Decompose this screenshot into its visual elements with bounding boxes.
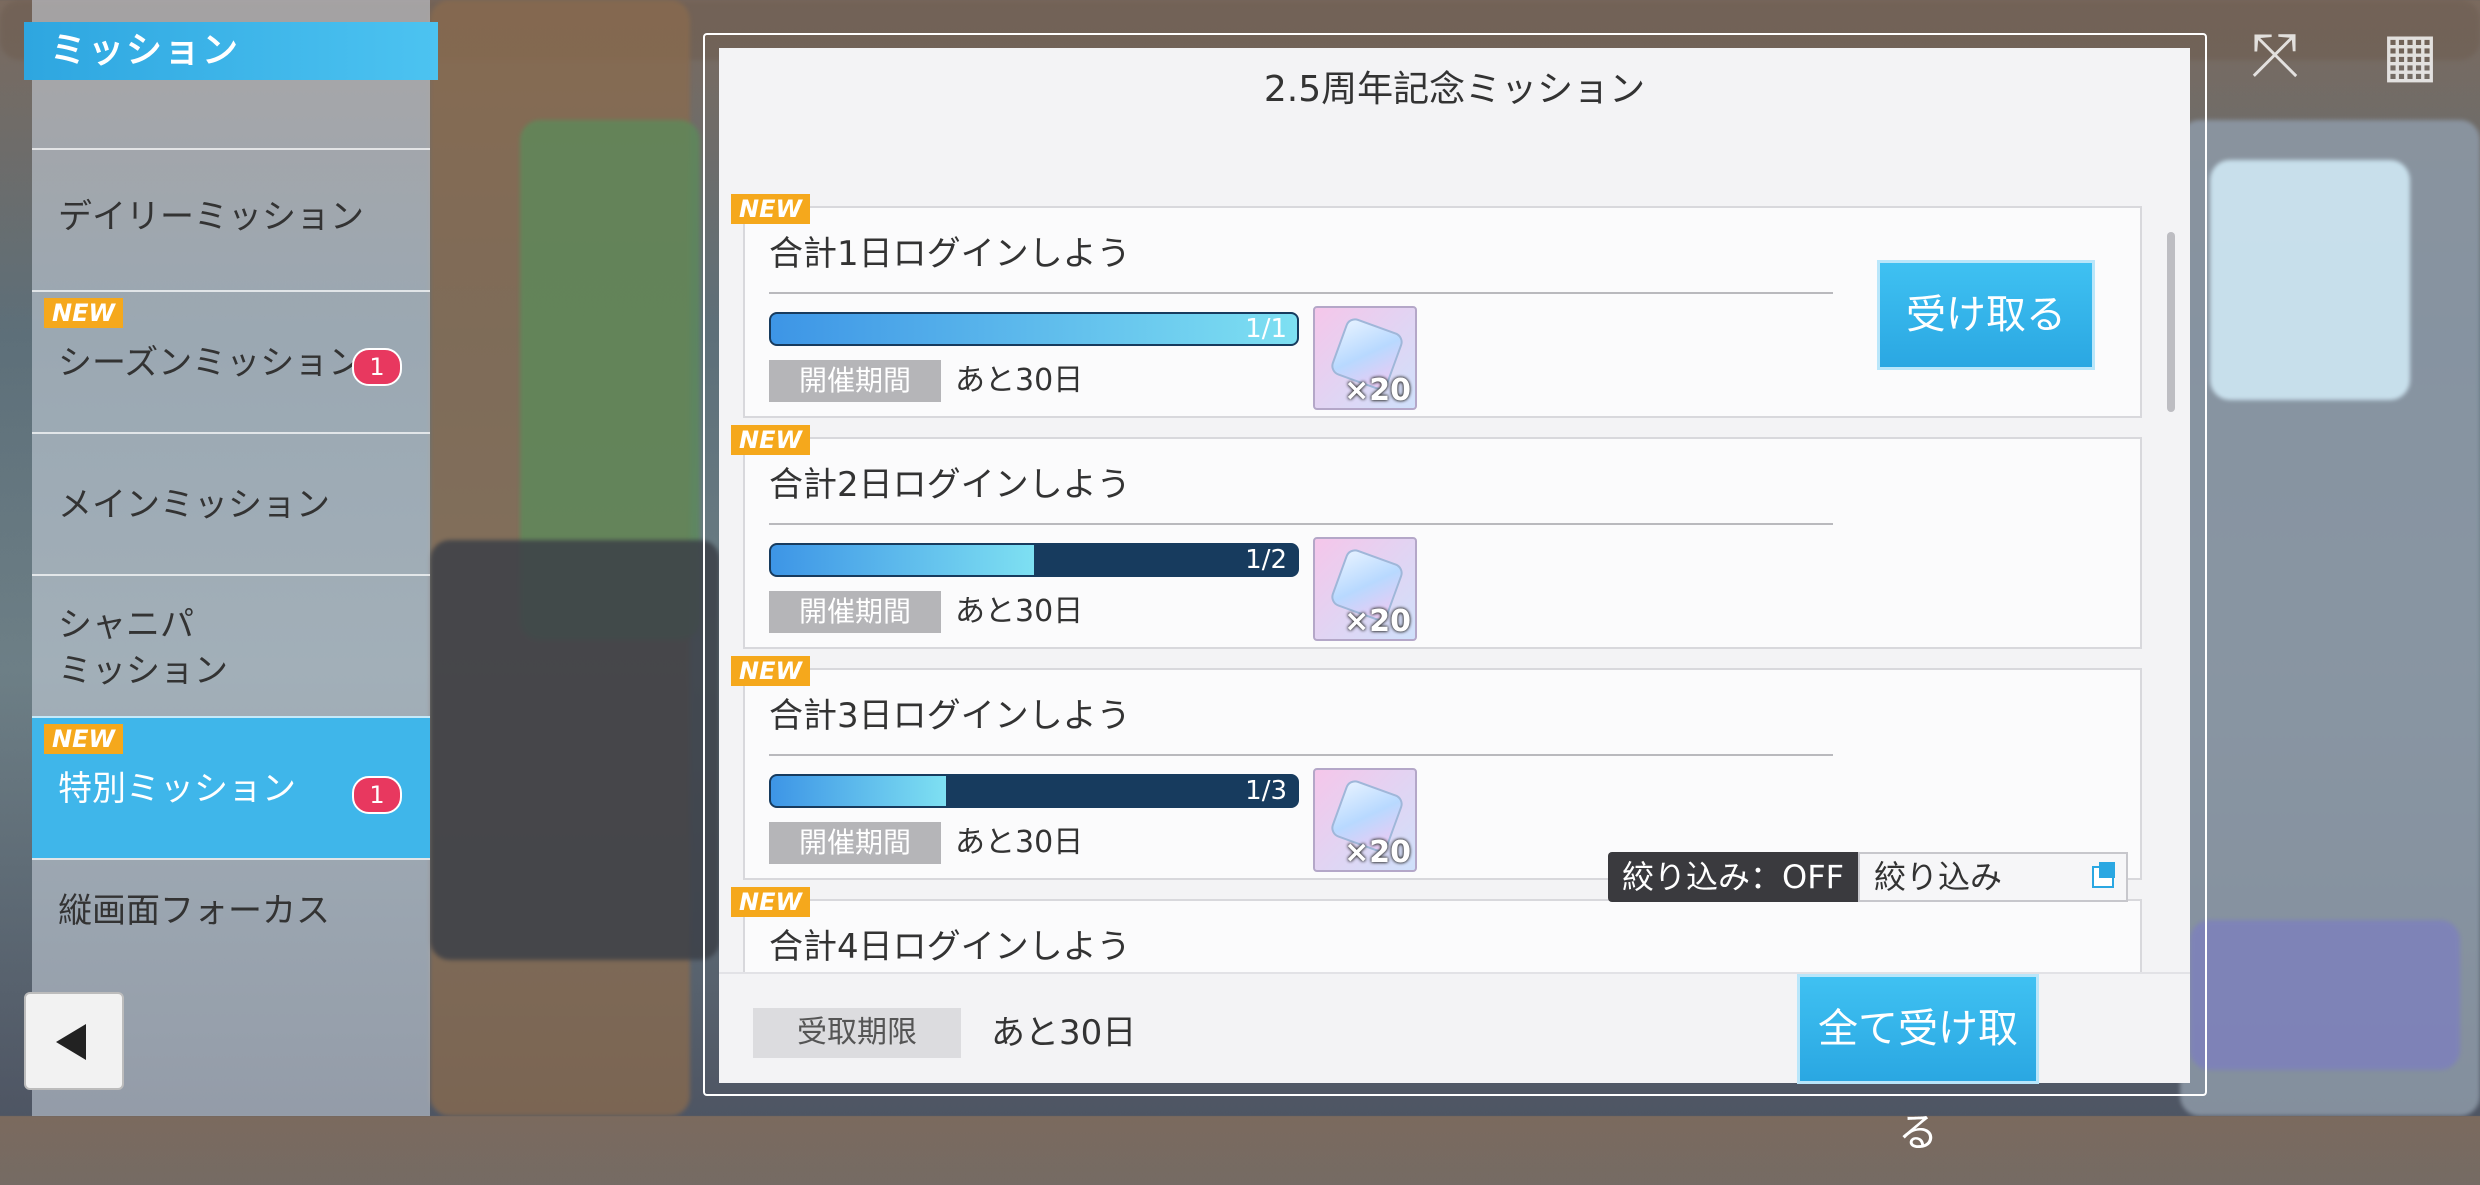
reward-item[interactable]: ×20 xyxy=(1313,537,1417,641)
progress-bar: 1/2 xyxy=(769,543,1299,577)
filter-window-icon xyxy=(2092,862,2116,888)
scrollbar[interactable] xyxy=(2167,232,2175,412)
mission-card: NEW 合計3日ログインしよう 1/3 開催期間 あと30日 ×20 xyxy=(731,656,2142,880)
progress-text: 1/3 xyxy=(1245,776,1287,806)
new-tag: NEW xyxy=(44,298,123,328)
sidebar-title: ミッション xyxy=(24,22,438,80)
sidebar-item-special[interactable]: NEW 特別ミッション 1 xyxy=(32,716,430,858)
sidebar-item-label: デイリーミッション xyxy=(58,197,364,237)
period-value: あと30日 xyxy=(955,825,1084,860)
progress-fill xyxy=(771,545,1034,575)
back-arrow-icon xyxy=(56,1024,86,1060)
mission-title: 合計2日ログインしよう xyxy=(769,465,1131,505)
filter-control: 絞り込み：OFF 絞り込み xyxy=(1608,852,2129,902)
panel-title: 2.5周年記念ミッション xyxy=(1263,69,1646,110)
progress-bar: 1/3 xyxy=(769,774,1299,808)
sidebar-item-main[interactable]: メインミッション xyxy=(32,432,430,574)
receive-button[interactable]: 受け取る xyxy=(1877,260,2095,370)
sidebar-item-label: メインミッション xyxy=(58,485,330,525)
filter-button-label: 絞り込み xyxy=(1874,858,2003,896)
new-tag: NEW xyxy=(731,194,810,224)
new-tag: NEW xyxy=(44,724,123,754)
sidebar-item-season[interactable]: NEW シーズンミッション 1 xyxy=(32,290,430,432)
period-label: 開催期間 xyxy=(769,360,941,402)
reward-quantity: ×20 xyxy=(1344,835,1411,870)
sidebar-item-label: シーズンミッション xyxy=(58,343,363,383)
progress-text: 1/2 xyxy=(1245,545,1287,575)
mission-panel: 2.5周年記念ミッション NEW 合計1日ログインしよう 1/1 開催期間 あと… xyxy=(719,48,2190,1156)
divider xyxy=(769,523,1833,525)
sidebar-item-shanipa[interactable]: シャニパ ミッション xyxy=(32,574,430,716)
fullscreen-icon[interactable]: ⤧ xyxy=(2240,20,2310,90)
notification-badge: 1 xyxy=(352,776,402,814)
progress-fill xyxy=(771,314,1297,344)
back-button[interactable] xyxy=(24,992,124,1090)
divider xyxy=(769,754,1833,756)
mission-title: 合計3日ログインしよう xyxy=(769,696,1131,736)
deadline-label: 受取期限 xyxy=(753,1008,961,1058)
progress-text: 1/1 xyxy=(1245,314,1287,344)
progress-bar: 1/1 xyxy=(769,312,1299,346)
deadline-value: あと30日 xyxy=(991,1013,1137,1053)
mission-card: NEW 合計1日ログインしよう 1/1 開催期間 あと30日 ×20 受け取る xyxy=(731,194,2142,418)
filter-state: 絞り込み：OFF xyxy=(1608,852,1859,902)
filter-button[interactable]: 絞り込み xyxy=(1858,852,2129,902)
sidebar-item-portrait-focus[interactable]: 縦画面フォーカス xyxy=(32,858,430,958)
sidebar-item-label: 縦画面フォーカス xyxy=(58,891,330,931)
period-label: 開催期間 xyxy=(769,591,941,633)
mission-card: NEW 合計4日ログインしよう xyxy=(731,887,2142,972)
reward-item[interactable]: ×20 xyxy=(1313,768,1417,872)
claim-all-button[interactable]: 全て受け取る xyxy=(1797,974,2039,1156)
notification-badge: 1 xyxy=(352,348,402,386)
mission-title: 合計4日ログインしよう xyxy=(769,927,1131,967)
panel-footer: 受取期限 あと30日 全て受け取る xyxy=(719,972,2190,1156)
reward-quantity: ×20 xyxy=(1344,604,1411,639)
mission-list[interactable]: NEW 合計1日ログインしよう 1/1 開催期間 あと30日 ×20 受け取る … xyxy=(719,132,2190,972)
progress-fill xyxy=(771,776,947,806)
new-tag: NEW xyxy=(731,656,810,686)
period-label: 開催期間 xyxy=(769,822,941,864)
period-value: あと30日 xyxy=(955,363,1084,398)
grid-menu-icon[interactable]: ▦ xyxy=(2375,20,2445,90)
period-value: あと30日 xyxy=(955,594,1084,629)
reward-quantity: ×20 xyxy=(1344,373,1411,408)
reward-item[interactable]: ×20 xyxy=(1313,306,1417,410)
sidebar-item-daily[interactable]: デイリーミッション xyxy=(32,148,430,290)
mission-title: 合計1日ログインしよう xyxy=(769,234,1131,274)
new-tag: NEW xyxy=(731,425,810,455)
sidebar-item-label: シャニパ ミッション xyxy=(58,605,228,691)
mission-card: NEW 合計2日ログインしよう 1/2 開催期間 あと30日 ×20 xyxy=(731,425,2142,649)
new-tag: NEW xyxy=(731,887,810,917)
sidebar-item-label: 特別ミッション xyxy=(58,769,296,809)
divider xyxy=(769,292,1833,294)
